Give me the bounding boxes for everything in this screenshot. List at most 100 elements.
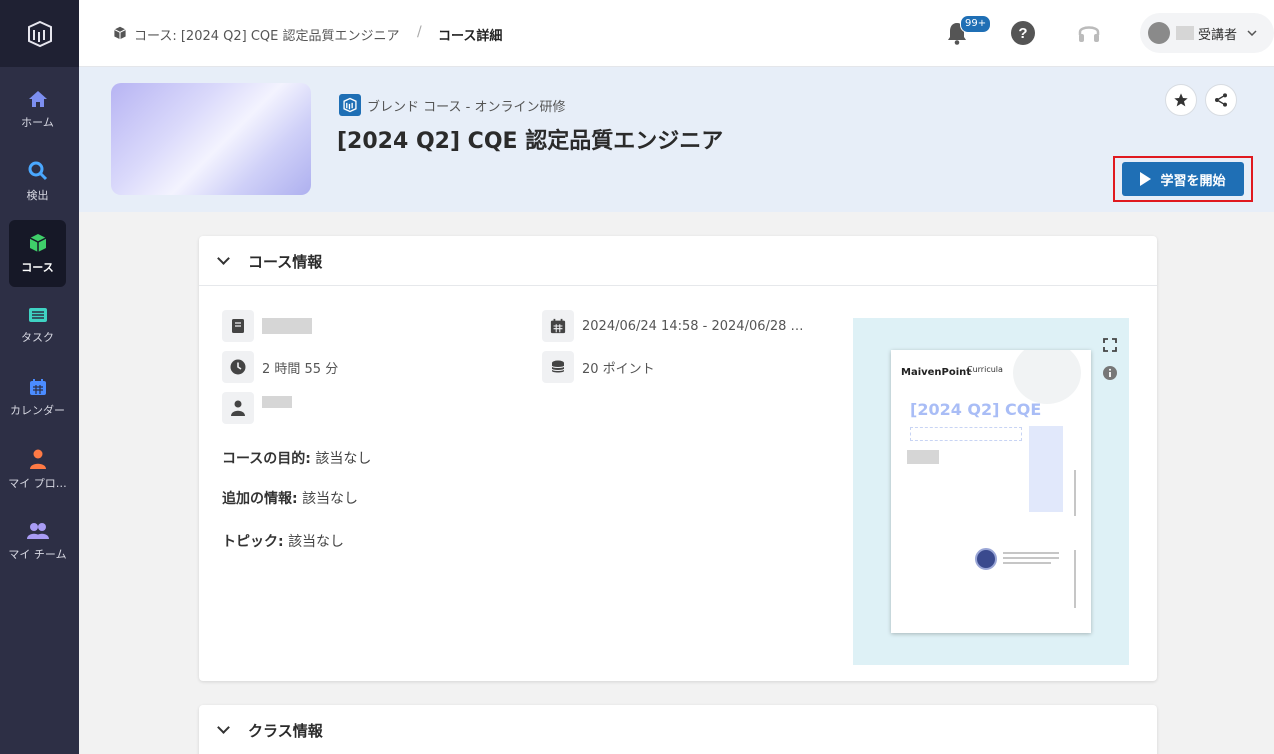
breadcrumb-current: コース詳細 bbox=[438, 29, 503, 44]
preview-page: MaivenPoint Curricula [2024 Q2] CQE bbox=[891, 350, 1091, 633]
app-logo-icon bbox=[27, 20, 52, 47]
course-type-label: ブレンド コース - オンライン研修 bbox=[367, 99, 566, 115]
preview-text-line bbox=[1003, 562, 1051, 564]
additional-info-row: 追加の情報: 該当なし bbox=[222, 488, 358, 508]
chevron-down-icon bbox=[217, 252, 230, 265]
sidebar-item-my-team[interactable]: マイ チーム bbox=[8, 508, 67, 575]
book-icon bbox=[222, 310, 254, 342]
notification-badge: 99+ bbox=[960, 15, 992, 33]
owner-row bbox=[222, 392, 292, 424]
date-range-row: 2024/06/24 14:58 - 2024/06/28 … bbox=[542, 310, 804, 342]
info-icon[interactable] bbox=[1103, 366, 1117, 380]
objective-row: コースの目的: 該当なし bbox=[222, 448, 371, 468]
sidebar-item-label: 検出 bbox=[26, 188, 49, 202]
preview-text-line bbox=[1003, 557, 1059, 559]
duration: 2 時間 55 分 bbox=[262, 361, 339, 377]
share-button[interactable] bbox=[1205, 84, 1237, 116]
date-range: 2024/06/24 14:58 - 2024/06/28 … bbox=[582, 318, 804, 334]
redacted-value bbox=[262, 318, 312, 334]
support-button[interactable] bbox=[1073, 17, 1105, 49]
sidebar-item-home[interactable]: ホーム bbox=[9, 76, 66, 143]
svg-text:?: ? bbox=[1018, 25, 1027, 42]
coins-icon bbox=[542, 351, 574, 383]
sidebar-item-label: コース bbox=[21, 260, 54, 274]
start-learning-button[interactable]: 学習を開始 bbox=[1122, 162, 1244, 196]
sidebar-item-calendar[interactable]: カレンダー bbox=[9, 364, 66, 431]
preview-text-line bbox=[1003, 552, 1059, 554]
objective-value: 該当なし bbox=[315, 451, 372, 467]
favorite-button[interactable] bbox=[1165, 84, 1197, 116]
redacted-value bbox=[262, 396, 292, 408]
instructor-row bbox=[222, 310, 312, 342]
calendar-icon bbox=[542, 310, 574, 342]
app-logo[interactable] bbox=[0, 0, 79, 67]
preview-title-placeholder bbox=[910, 427, 1022, 441]
sidebar-item-label: カレンダー bbox=[10, 403, 65, 417]
topic-label: トピック: bbox=[222, 534, 284, 550]
sidebar-item-task[interactable]: タスク bbox=[9, 292, 66, 359]
top-bar: コース: [2024 Q2] CQE 認定品質エンジニア / コース詳細 99+… bbox=[79, 0, 1274, 67]
course-header: ブレンド コース - オンライン研修 [2024 Q2] CQE 認定品質エンジ… bbox=[79, 67, 1274, 212]
cube-icon bbox=[29, 233, 46, 252]
section-title: クラス情報 bbox=[248, 721, 323, 740]
topic-row: トピック: 該当なし bbox=[222, 531, 344, 551]
class-info-card: クラス情報 bbox=[199, 705, 1157, 754]
course-info-card: コース情報 2024/06/24 14:58 - 2024/06/28 … 2 … bbox=[199, 236, 1157, 681]
help-icon: ? bbox=[1011, 21, 1035, 45]
course-type: ブレンド コース - オンライン研修 bbox=[339, 94, 565, 116]
calendar-icon bbox=[29, 378, 46, 395]
additional-info-value: 該当なし bbox=[302, 491, 359, 507]
preview-brand: MaivenPoint bbox=[901, 367, 972, 378]
star-icon bbox=[1174, 93, 1188, 107]
objective-label: コースの目的: bbox=[222, 451, 311, 467]
course-title: [2024 Q2] CQE 認定品質エンジニア bbox=[337, 129, 724, 154]
sidebar-item-course[interactable]: コース bbox=[9, 220, 66, 287]
preview-vertical-text bbox=[1074, 470, 1076, 516]
preview-decoration bbox=[1013, 350, 1081, 404]
preview-side-block bbox=[1029, 426, 1063, 512]
person-icon bbox=[222, 392, 254, 424]
sidebar-item-my-profile[interactable]: マイ プロ… bbox=[8, 436, 67, 503]
sidebar-item-search[interactable]: 検出 bbox=[9, 148, 66, 215]
sidebar-item-label: タスク bbox=[21, 330, 54, 344]
topic-value: 該当なし bbox=[288, 534, 345, 550]
search-icon bbox=[28, 161, 47, 180]
redacted-value bbox=[907, 450, 939, 464]
class-info-toggle[interactable]: クラス情報 bbox=[199, 705, 1157, 754]
user-menu[interactable]: 受講者 bbox=[1140, 13, 1274, 53]
sidebar: ホーム 検出 コース タスク カレンダー マイ プロ… マイ チーム bbox=[0, 0, 79, 754]
breadcrumb-course-link[interactable]: コース: [2024 Q2] CQE 認定品質エンジニア bbox=[134, 25, 400, 44]
start-learning-label: 学習を開始 bbox=[1160, 172, 1226, 188]
task-icon bbox=[28, 307, 47, 322]
headset-icon bbox=[1078, 26, 1100, 42]
course-type-icon bbox=[339, 94, 361, 116]
section-title: コース情報 bbox=[248, 252, 323, 271]
play-icon bbox=[1140, 172, 1152, 186]
avatar bbox=[1148, 22, 1170, 44]
team-icon bbox=[26, 522, 49, 539]
duration-row: 2 時間 55 分 bbox=[222, 351, 338, 383]
sidebar-item-label: マイ チーム bbox=[8, 547, 67, 561]
home-icon bbox=[28, 90, 47, 107]
chevron-down-icon bbox=[217, 721, 230, 734]
course-thumbnail bbox=[111, 83, 311, 195]
preview-seal bbox=[975, 548, 997, 570]
clock-icon bbox=[222, 351, 254, 383]
user-name-redacted bbox=[1176, 26, 1194, 40]
preview-brand-secondary: Curricula bbox=[967, 365, 1003, 374]
sidebar-item-label: ホーム bbox=[21, 115, 54, 129]
fullscreen-icon[interactable] bbox=[1103, 338, 1117, 352]
sidebar-item-label: マイ プロ… bbox=[8, 476, 67, 490]
help-button[interactable]: ? bbox=[1007, 17, 1039, 49]
user-role: 受講者 bbox=[1198, 27, 1238, 43]
additional-info-label: 追加の情報: bbox=[222, 491, 298, 507]
user-icon bbox=[29, 449, 46, 469]
course-info-toggle[interactable]: コース情報 bbox=[199, 236, 1157, 286]
document-preview: MaivenPoint Curricula [2024 Q2] CQE bbox=[853, 318, 1129, 665]
divider bbox=[199, 285, 1157, 286]
points-row: 20 ポイント bbox=[542, 351, 655, 383]
preview-vertical-text bbox=[1074, 550, 1076, 608]
share-icon bbox=[1215, 93, 1227, 107]
breadcrumb-separator: / bbox=[417, 24, 422, 40]
preview-title: [2024 Q2] CQE bbox=[910, 400, 1042, 419]
